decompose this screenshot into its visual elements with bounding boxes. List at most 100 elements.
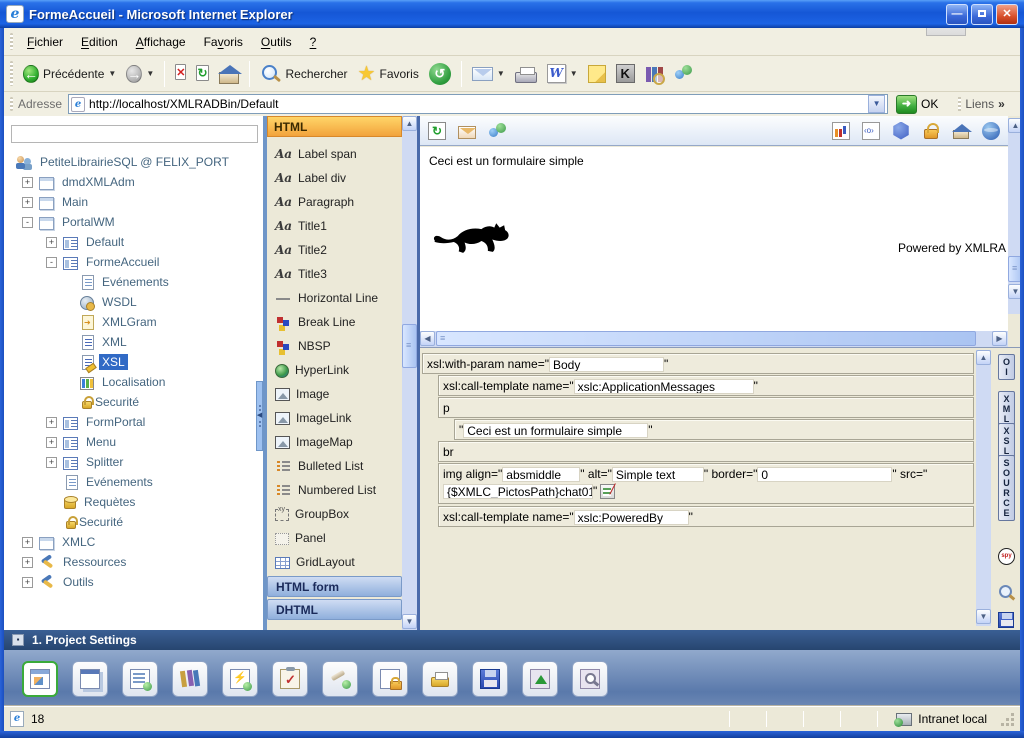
xsl-attribute-field[interactable]: Ceci est un formulaire simple xyxy=(463,423,648,438)
refresh-icon[interactable] xyxy=(428,122,446,140)
settings-button[interactable] xyxy=(22,661,58,697)
palette-item-bulletedlist[interactable]: Bulleted List xyxy=(267,454,402,478)
stop-button[interactable] xyxy=(170,63,191,84)
tree-item-localisation[interactable]: Localisation xyxy=(4,372,263,392)
tree-item-splitter[interactable]: +Splitter xyxy=(4,452,263,472)
edit-word-button[interactable]: W▼ xyxy=(542,62,583,85)
research-button[interactable] xyxy=(640,63,668,85)
tree-item-outils[interactable]: +Outils xyxy=(4,572,263,592)
tree-item-xmlc[interactable]: +XMLC xyxy=(4,532,263,552)
tree-item-portalwm[interactable]: -PortalWM xyxy=(4,212,263,232)
dropdown-caret-icon[interactable]: ▼ xyxy=(146,69,154,78)
xsl-attribute-field[interactable]: {$XMLC_PictosPath}chat010.gif xyxy=(443,484,593,499)
xsl-attribute-field[interactable]: xslc:ApplicationMessages xyxy=(574,379,754,394)
dropdown-caret-icon[interactable]: ▼ xyxy=(497,69,505,78)
form-button[interactable] xyxy=(122,661,158,697)
xsl-node-row[interactable]: xsl:call-template name="xslc:PoweredBy" xyxy=(438,506,974,527)
zoom-icon[interactable] xyxy=(998,584,1015,601)
resize-grip[interactable] xyxy=(1001,713,1014,726)
messenger-button[interactable] xyxy=(668,62,698,86)
scroll-down-icon[interactable]: ▼ xyxy=(402,614,417,629)
address-dropdown-icon[interactable]: ▼ xyxy=(868,95,885,113)
scroll-up-icon[interactable]: ▲ xyxy=(976,350,991,365)
hex-icon[interactable] xyxy=(892,122,910,140)
tree-item-securit[interactable]: Securité xyxy=(4,512,263,532)
scroll-down-icon[interactable]: ▼ xyxy=(976,609,991,624)
palette-item-nbsp[interactable]: NBSP xyxy=(267,334,402,358)
palette-section-dhtml[interactable]: DHTML xyxy=(267,599,402,620)
side-tab-oi[interactable]: OI xyxy=(998,354,1015,380)
menu-item-fichier[interactable]: Fichier xyxy=(18,32,72,52)
print-button[interactable] xyxy=(510,62,542,85)
xsl-attribute-field[interactable]: 0 xyxy=(757,467,892,482)
expand-icon[interactable]: + xyxy=(46,417,57,428)
scroll-thumb[interactable] xyxy=(436,331,976,346)
tree-item-default[interactable]: +Default xyxy=(4,232,263,252)
search-button[interactable]: Rechercher xyxy=(255,61,353,87)
palette-item-gridlayout[interactable]: GridLayout xyxy=(267,550,402,574)
scroll-up-icon[interactable]: ▲ xyxy=(402,116,417,131)
palette-item-numberedlist[interactable]: Numbered List xyxy=(267,478,402,502)
kaspersky-button[interactable]: K xyxy=(611,62,640,85)
archive-button[interactable] xyxy=(422,661,458,697)
tree-item-xsl[interactable]: XSL xyxy=(4,352,263,372)
tree-item-dmdxmladm[interactable]: +dmdXMLAdm xyxy=(4,172,263,192)
globe-icon[interactable] xyxy=(982,122,1000,140)
collapse-icon[interactable]: ▪ xyxy=(12,634,24,646)
menu-item-outils[interactable]: Outils xyxy=(252,32,301,52)
save-button[interactable] xyxy=(472,661,508,697)
tree-item-xmlgram[interactable]: XMLGram xyxy=(4,312,263,332)
palette-item-imagelink[interactable]: ImageLink xyxy=(267,406,402,430)
links-toolbar[interactable]: Liens » xyxy=(948,97,1004,111)
maximize-button[interactable] xyxy=(971,4,993,25)
expand-icon[interactable]: + xyxy=(22,537,33,548)
report-icon[interactable] xyxy=(862,122,880,140)
tools-button[interactable] xyxy=(322,661,358,697)
home-button[interactable] xyxy=(214,62,244,86)
resources-button[interactable] xyxy=(172,661,208,697)
mail-icon[interactable] xyxy=(458,126,476,139)
xsl-attribute-field[interactable]: absmiddle xyxy=(502,467,580,482)
menu-item-[interactable]: ? xyxy=(301,32,326,52)
palette-item-paragraph[interactable]: AaParagraph xyxy=(267,190,402,214)
lock-icon[interactable] xyxy=(924,129,938,139)
expand-icon[interactable]: + xyxy=(22,177,33,188)
tree-item-wsdl[interactable]: WSDL xyxy=(4,292,263,312)
tree-item-menu[interactable]: +Menu xyxy=(4,432,263,452)
collapse-icon[interactable]: - xyxy=(22,217,33,228)
xsl-node-row[interactable]: "Ceci est un formulaire simple" xyxy=(454,419,974,440)
menu-item-edition[interactable]: Edition xyxy=(72,32,127,52)
find-button[interactable] xyxy=(572,661,608,697)
tree-item-xml[interactable]: XML xyxy=(4,332,263,352)
palette-item-panel[interactable]: Panel xyxy=(267,526,402,550)
tree-item-requtes[interactable]: Requètes xyxy=(4,492,263,512)
palette-item-title2[interactable]: AaTitle2 xyxy=(267,238,402,262)
side-tab-xml[interactable]: XML xyxy=(998,391,1015,427)
collapse-icon[interactable]: - xyxy=(46,257,57,268)
go-button[interactable]: ➜ xyxy=(896,95,917,114)
palette-item-labelspan[interactable]: AaLabel span xyxy=(267,142,402,166)
tree-item-formportal[interactable]: +FormPortal xyxy=(4,412,263,432)
favorites-button[interactable]: ★Favoris xyxy=(353,61,424,87)
tree-item-petitelibrairiesqlfelixport[interactable]: PetiteLibrairieSQL @ FELIX_PORT xyxy=(4,152,263,172)
back-button[interactable]: ←Précédente▼ xyxy=(18,60,121,88)
address-input[interactable]: e http://localhost/XMLRADBin/Default ▼ xyxy=(68,94,888,114)
dropdown-caret-icon[interactable]: ▼ xyxy=(108,69,116,78)
tree-splitter[interactable]: ◀ xyxy=(256,381,263,451)
xsl-attribute-field[interactable]: Body xyxy=(549,357,664,372)
palette-item-image[interactable]: Image xyxy=(267,382,402,406)
xsl-attribute-field[interactable]: xslc:PoweredBy xyxy=(574,510,689,525)
tree-item-evnements[interactable]: Evénements xyxy=(4,272,263,292)
save-icon[interactable] xyxy=(998,612,1014,628)
expand-icon[interactable]: + xyxy=(46,457,57,468)
expand-icon[interactable]: + xyxy=(22,577,33,588)
palette-item-breakline[interactable]: Break Line xyxy=(267,310,402,334)
xsl-node-row[interactable]: xsl:call-template name="xslc:Application… xyxy=(438,375,974,396)
palette-item-imagemap[interactable]: ImageMap xyxy=(267,430,402,454)
palette-scrollbar[interactable]: ▲ ▼ xyxy=(402,116,417,630)
mail-button[interactable]: ▼ xyxy=(467,65,510,83)
dropdown-caret-icon[interactable]: ▼ xyxy=(570,69,578,78)
checklist-button[interactable] xyxy=(272,661,308,697)
xsl-node-row[interactable]: br xyxy=(438,441,974,462)
palette-item-labeldiv[interactable]: AaLabel div xyxy=(267,166,402,190)
